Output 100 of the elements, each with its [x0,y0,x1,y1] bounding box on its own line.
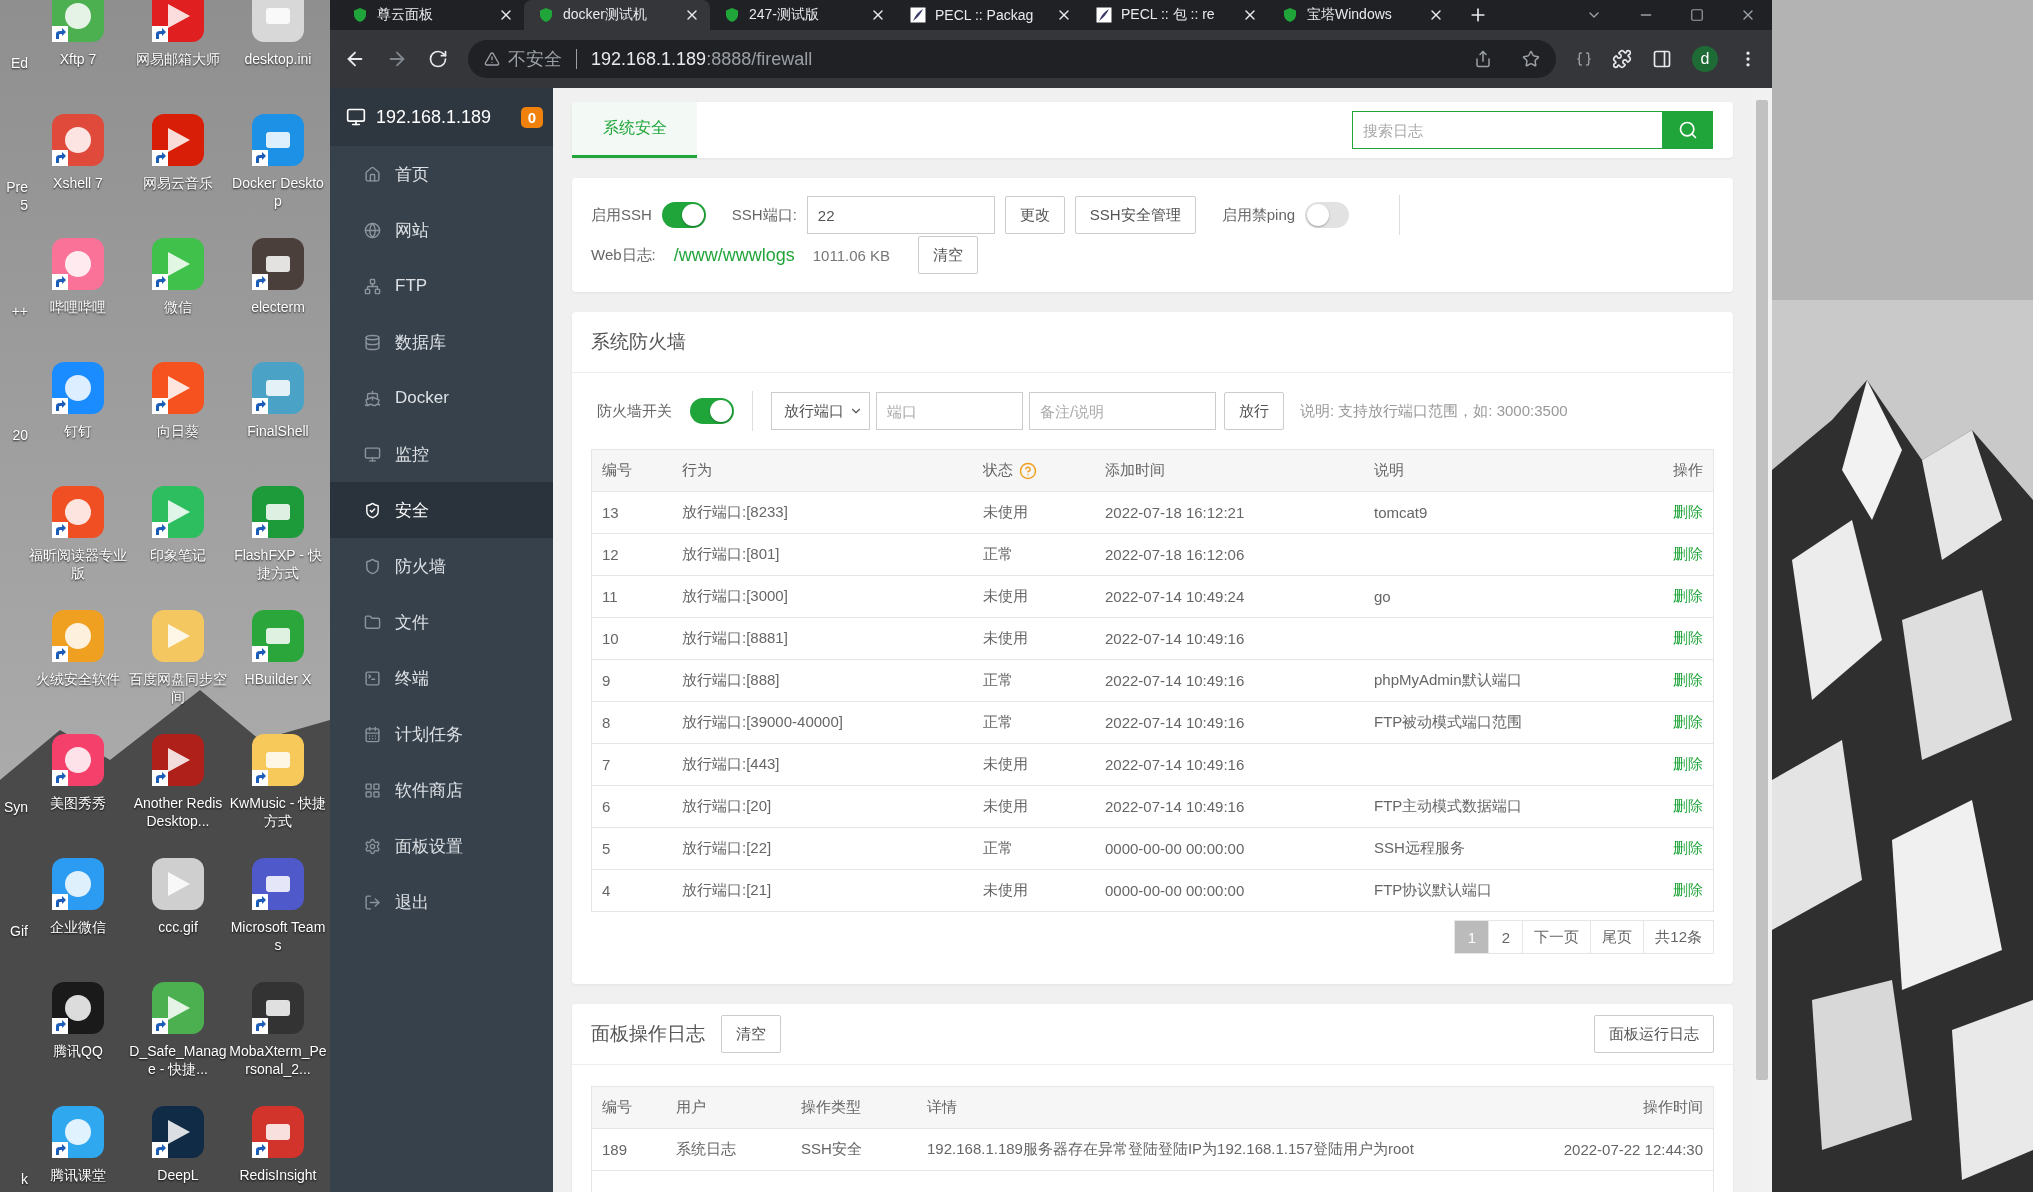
browser-tab[interactable]: PECL :: Packag [896,0,1082,30]
sidebar-item[interactable]: 退出 [330,874,553,930]
reload-icon[interactable] [428,49,448,69]
ping-toggle[interactable] [1305,202,1350,228]
change-button[interactable]: 更改 [1004,196,1065,234]
table-cell: 192.168.1.189服务器存在异常登陆登陆IP为192.168.1.157登陆用户为root [927,1140,1414,1159]
column-header: 行为 [682,461,712,480]
port-field[interactable]: 22 [806,196,995,234]
browser-tab[interactable]: 宝塔Windows [1268,0,1454,30]
sidebar-item[interactable]: 首页 [330,146,553,202]
sidebar-item[interactable]: 面板设置 [330,818,553,874]
scrollbar[interactable] [1752,88,1772,1192]
browser-tab[interactable]: PECL :: 包 :: re [1082,0,1268,30]
column-header: 操作时间 [1643,1098,1703,1117]
menu-item-icon [364,277,381,295]
table-cell: 13 [602,504,619,521]
table-cell: 2022-07-14 10:49:16 [1105,798,1245,815]
sidebar-item[interactable]: 计划任务 [330,706,553,762]
icon-label: electerm [250,298,306,316]
share-icon[interactable] [1474,50,1492,68]
braces-icon[interactable] [1576,51,1592,67]
card-title: 系统防火墙 [591,330,686,354]
sidebar-item[interactable]: 安全 [330,482,553,538]
sidebar-item[interactable]: 监控 [330,426,553,482]
browser-tab[interactable]: docker测试机 [524,0,710,30]
shield-icon [538,7,554,23]
browser-tab[interactable]: 尊云面板 [338,0,524,30]
table-cell: 放行端口:[443] [682,755,780,774]
icon-label: RedisInsight [238,1166,318,1184]
table-cell: FTP协议默认端口 [1374,881,1493,900]
next-page-button[interactable]: 下一页 [1522,920,1592,954]
sidebar-item[interactable]: 终端 [330,650,553,706]
ssh-toggle[interactable] [661,202,706,228]
table-cell: 8 [602,714,611,731]
table-cell: 2022-07-18 16:12:21 [1105,504,1245,521]
page-button[interactable]: 2 [1488,920,1524,954]
table-cell: 放行端口:[22] [682,839,772,858]
icon-label: Ed [9,54,28,73]
table-cell: 放行端口:[888] [682,671,780,690]
firewall-toggle[interactable] [690,398,734,424]
icon-label: 美图秀秀 [49,794,107,812]
table-cell: phpMyAdmin默认端口 [1374,671,1522,690]
port-field[interactable]: 端口 [876,392,1023,430]
table-cell: 12 [602,546,619,563]
clear-button[interactable]: 清空 [918,236,979,274]
icon-label: DeepL [156,1166,200,1184]
menu-item-icon [364,613,381,631]
icon-label: HBuilder X [243,670,313,688]
table-cell: 未使用 [983,881,1028,900]
sidebar-item[interactable]: 软件商店 [330,762,553,818]
table-cell: 系统日志 [676,1140,736,1159]
menu-item-icon [364,501,381,519]
icon-label: D_Safe_Manage - 快捷... [129,1042,227,1078]
last-page-button[interactable]: 尾页 [1590,920,1645,954]
table-cell: 未使用 [983,503,1028,522]
run-log-button[interactable]: 面板运行日志 [1594,1015,1714,1053]
maximize-icon[interactable] [1690,8,1704,22]
icon-label: Docker Desktop [231,174,325,210]
sidebar-item[interactable]: Docker [330,370,553,426]
sidebar-item[interactable]: 文件 [330,594,553,650]
ping-label: 启用禁ping [1221,205,1296,225]
sidebar-item[interactable]: 防火墙 [330,538,553,594]
sidebar-item[interactable]: FTP [330,258,553,314]
scrollbar-thumb[interactable] [1756,100,1768,1080]
column-header: 状态 [983,461,1037,480]
address-bar[interactable]: 不安全 192.168.1.189:8888/firewall [468,40,1556,78]
allow-button[interactable]: 放行 [1224,392,1284,430]
menu-item-icon [364,389,381,407]
warning-icon [484,51,500,67]
table-cell: 0000-00-00 00:00:00 [1105,840,1245,857]
rule-type-select[interactable]: 放行端口 [771,392,870,430]
icon-label: desktop.ini [243,50,313,68]
search-field[interactable]: 搜索日志 [1352,111,1663,149]
sidebar-item[interactable]: 数据库 [330,314,553,370]
table-cell: 放行端口:[8233] [682,503,788,522]
search-button[interactable] [1663,111,1713,149]
icon-label: Gif [9,922,28,941]
profile-avatar[interactable]: d [1692,46,1718,72]
menu-item-icon [364,893,381,911]
table-cell: 2022-07-14 10:49:16 [1105,630,1245,647]
shield-icon [352,7,368,23]
search-icon [1678,120,1698,140]
note-field[interactable]: 备注/说明 [1029,392,1216,430]
icon-label: FlashFXP - 快捷方式 [233,546,323,582]
shield-icon [1282,7,1298,23]
column-header: 编号 [602,1098,632,1117]
firewall-switch-label: 防火墙开关 [597,401,672,421]
ssh-manage-button[interactable]: SSH安全管理 [1074,196,1196,234]
puzzle-icon[interactable] [1612,49,1632,69]
star-icon[interactable] [1522,50,1540,68]
table-cell: 5 [602,840,611,857]
icon-label: 腾讯课堂 [49,1166,107,1184]
browser-tab[interactable]: 247-测试版 [710,0,896,30]
side-panel-icon[interactable] [1652,49,1672,69]
shield-icon [724,7,740,23]
weblog-size: 1011.06 KB [812,246,891,264]
menu-item-icon [364,781,381,799]
clear-button[interactable]: 清空 [721,1015,781,1053]
sidebar-item[interactable]: 网站 [330,202,553,258]
column-header: 说明 [1374,461,1404,480]
